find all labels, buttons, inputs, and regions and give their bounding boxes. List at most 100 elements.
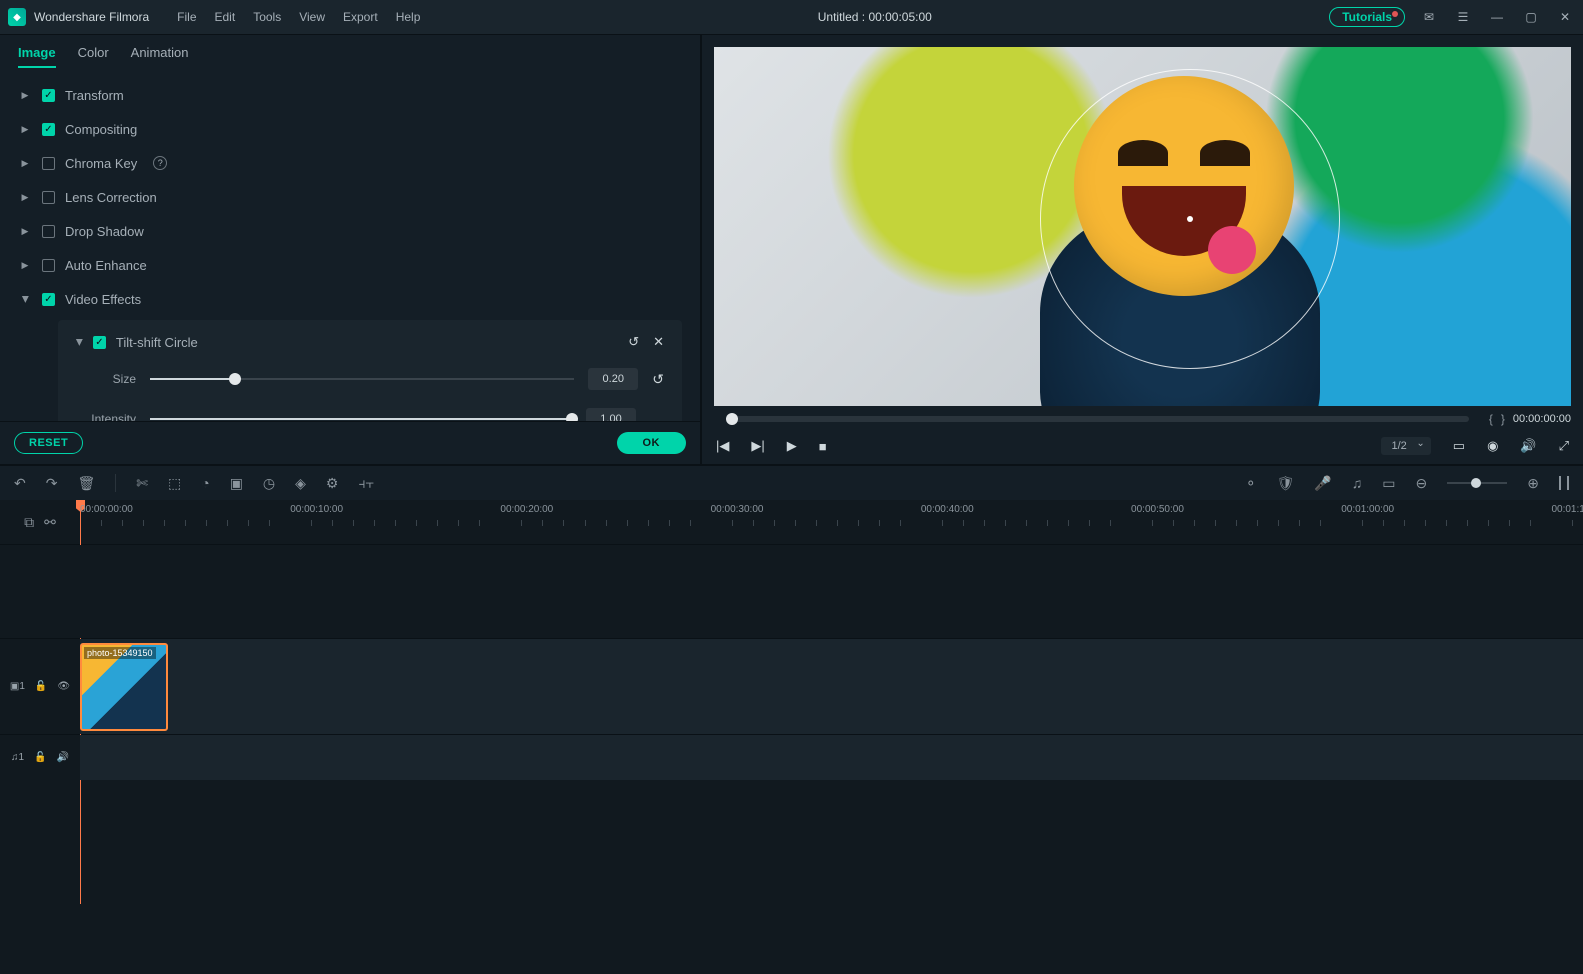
lock-icon[interactable]: 🔓 xyxy=(35,681,47,692)
chevron-right-icon[interactable]: ▶ xyxy=(22,124,29,135)
close-icon[interactable]: ✕ xyxy=(1555,7,1575,27)
maximize-icon[interactable]: ▢ xyxy=(1521,7,1541,27)
list-icon[interactable]: ☰ xyxy=(1453,7,1473,27)
menu-view[interactable]: View xyxy=(299,10,325,24)
timeline-clip[interactable]: photo-15349150 xyxy=(80,643,168,731)
ruler-label: 00:00:10:00 xyxy=(290,504,343,515)
mark-out-icon[interactable]: } xyxy=(1501,412,1505,426)
marker-icon[interactable]: 🛡 xyxy=(1277,475,1295,492)
zoom-out-icon[interactable]: ⊖ xyxy=(1416,475,1428,492)
crop-icon[interactable]: ⬚ xyxy=(168,475,181,492)
voiceover-icon[interactable]: 🎤 xyxy=(1314,475,1331,492)
delete-icon[interactable]: 🗑 xyxy=(77,475,95,492)
timeline-ruler[interactable]: 00:00:00:00 00:00:10:00 00:00:20:00 00:00:3… xyxy=(80,500,1583,544)
eye-icon[interactable]: 👁 xyxy=(57,681,70,692)
ok-button[interactable]: OK xyxy=(617,432,687,454)
track-video-label: ▣1 xyxy=(10,681,25,692)
tab-image[interactable]: Image xyxy=(18,45,56,68)
lock-icon[interactable]: 🔓 xyxy=(34,752,46,763)
mark-in-icon[interactable]: { xyxy=(1489,412,1493,426)
prop-compositing[interactable]: ▶✓Compositing xyxy=(18,112,682,146)
prop-video-effects[interactable]: ▶ ✓ Video Effects xyxy=(18,282,682,316)
chevron-down-icon[interactable]: ▶ xyxy=(74,339,85,346)
prop-drop-shadow[interactable]: ▶Drop Shadow xyxy=(18,214,682,248)
minimize-icon[interactable]: — xyxy=(1487,7,1507,27)
display-icon[interactable]: ▭ xyxy=(1453,438,1465,454)
prop-transform[interactable]: ▶✓Transform xyxy=(18,78,682,112)
zoom-slider[interactable] xyxy=(1447,482,1507,484)
tutorials-button[interactable]: Tutorials xyxy=(1329,7,1405,27)
tilt-shift-circle-overlay[interactable] xyxy=(1040,69,1340,369)
chevron-right-icon[interactable]: ▶ xyxy=(22,260,29,271)
audio-wave-icon[interactable]: ⫞⫟ xyxy=(358,475,373,492)
color-icon[interactable]: ◔ xyxy=(201,475,209,491)
track-manage-icon[interactable]: ⧉ xyxy=(24,514,34,531)
green-screen-icon[interactable]: ▣ xyxy=(230,475,243,492)
prop-chroma-key[interactable]: ▶Chroma Key? xyxy=(18,146,682,180)
mail-icon[interactable]: ✉ xyxy=(1419,7,1439,27)
step-back-icon[interactable]: ▶| xyxy=(751,438,764,454)
render-icon[interactable]: ⚬ xyxy=(1245,475,1257,492)
chevron-right-icon[interactable]: ▶ xyxy=(22,90,29,101)
tab-color[interactable]: Color xyxy=(78,45,109,68)
checkbox-auto-enhance[interactable] xyxy=(42,259,55,272)
prop-label: Video Effects xyxy=(65,292,141,307)
preview-scrubber[interactable] xyxy=(726,416,1469,422)
preview-panel: {} 00:00:00:00 |◀ ▶| ▶ ■ 1/2 ▭ ◉ 🔊 ⤢ xyxy=(700,34,1583,464)
fullscreen-icon[interactable]: ⤢ xyxy=(1559,438,1569,454)
size-value[interactable]: 0.20 xyxy=(588,368,638,390)
speed-icon[interactable]: ◷ xyxy=(263,475,275,492)
reset-button[interactable]: RESET xyxy=(14,432,83,454)
checkbox-effect[interactable]: ✓ xyxy=(93,336,106,349)
zoom-in-icon[interactable]: ⊕ xyxy=(1527,475,1539,492)
redo-icon[interactable]: ↷ xyxy=(46,475,58,492)
prop-label: Auto Enhance xyxy=(65,258,147,273)
link-icon[interactable]: ⚯ xyxy=(44,514,56,531)
adjust-icon[interactable]: ⚙ xyxy=(326,475,339,492)
audio-mixer-icon[interactable]: ♫ xyxy=(1352,475,1363,491)
reset-effect-icon[interactable]: ↺ xyxy=(628,334,639,350)
chevron-right-icon[interactable]: ▶ xyxy=(22,158,29,169)
checkbox-chroma-key[interactable] xyxy=(42,157,55,170)
intensity-slider[interactable] xyxy=(150,418,572,420)
undo-icon[interactable]: ↶ xyxy=(14,475,26,492)
size-slider[interactable] xyxy=(150,378,574,380)
menu-edit[interactable]: Edit xyxy=(215,10,236,24)
app-name: Wondershare Filmora xyxy=(34,10,149,24)
menu-file[interactable]: File xyxy=(177,10,196,24)
cut-icon[interactable]: ✄ xyxy=(136,475,148,492)
checkbox-lens-correction[interactable] xyxy=(42,191,55,204)
keyframe-icon[interactable]: ◈ xyxy=(295,475,306,492)
chevron-down-icon[interactable]: ▶ xyxy=(19,296,30,303)
remove-effect-icon[interactable]: ✕ xyxy=(653,334,664,350)
subtitle-icon[interactable]: ▭ xyxy=(1382,475,1395,492)
reset-size-icon[interactable]: ↺ xyxy=(652,371,664,388)
effect-name: Tilt-shift Circle xyxy=(116,335,198,350)
chevron-right-icon[interactable]: ▶ xyxy=(22,226,29,237)
snapshot-icon[interactable]: ◉ xyxy=(1487,438,1498,454)
help-icon[interactable]: ? xyxy=(153,156,167,170)
volume-icon[interactable]: 🔊 xyxy=(1520,438,1536,454)
chevron-right-icon[interactable]: ▶ xyxy=(22,192,29,203)
ruler-label: 00:00:00:00 xyxy=(80,504,133,515)
tab-animation[interactable]: Animation xyxy=(131,45,189,68)
menu-tools[interactable]: Tools xyxy=(253,10,281,24)
checkbox-drop-shadow[interactable] xyxy=(42,225,55,238)
menu-help[interactable]: Help xyxy=(396,10,421,24)
menu-export[interactable]: Export xyxy=(343,10,378,24)
checkbox-transform[interactable]: ✓ xyxy=(42,89,55,102)
ruler-label: 00:00:20:00 xyxy=(500,504,553,515)
intensity-value[interactable]: 1.00 xyxy=(586,408,636,421)
prop-lens-correction[interactable]: ▶Lens Correction xyxy=(18,180,682,214)
stop-icon[interactable]: ■ xyxy=(819,439,827,454)
prev-frame-icon[interactable]: |◀ xyxy=(716,438,729,454)
play-icon[interactable]: ▶ xyxy=(787,438,797,454)
preview-ratio-dropdown[interactable]: 1/2 xyxy=(1381,437,1430,455)
ruler-label: 00:00:30:00 xyxy=(711,504,764,515)
preview-canvas[interactable] xyxy=(714,47,1571,406)
zoom-fit-icon[interactable] xyxy=(1559,476,1569,490)
checkbox-video-effects[interactable]: ✓ xyxy=(42,293,55,306)
prop-auto-enhance[interactable]: ▶ Auto Enhance xyxy=(18,248,682,282)
checkbox-compositing[interactable]: ✓ xyxy=(42,123,55,136)
mute-icon[interactable]: 🔊 xyxy=(57,752,69,763)
